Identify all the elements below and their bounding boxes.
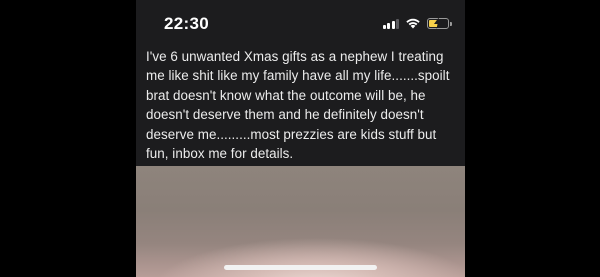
post-photo[interactable] (136, 166, 465, 277)
phone-screen: 22:30 I've 6 unwanted Xmas gifts as a ne… (136, 0, 465, 277)
cellular-signal-icon (382, 18, 399, 29)
home-indicator[interactable] (224, 265, 377, 270)
status-time: 22:30 (164, 14, 209, 33)
wifi-icon (406, 18, 420, 29)
status-bar: 22:30 (136, 0, 465, 48)
charging-bolt-icon (434, 16, 442, 29)
status-icons (382, 16, 452, 30)
post-text: I've 6 unwanted Xmas gifts as a nephew I… (146, 49, 450, 162)
battery-charging-icon (427, 16, 452, 29)
